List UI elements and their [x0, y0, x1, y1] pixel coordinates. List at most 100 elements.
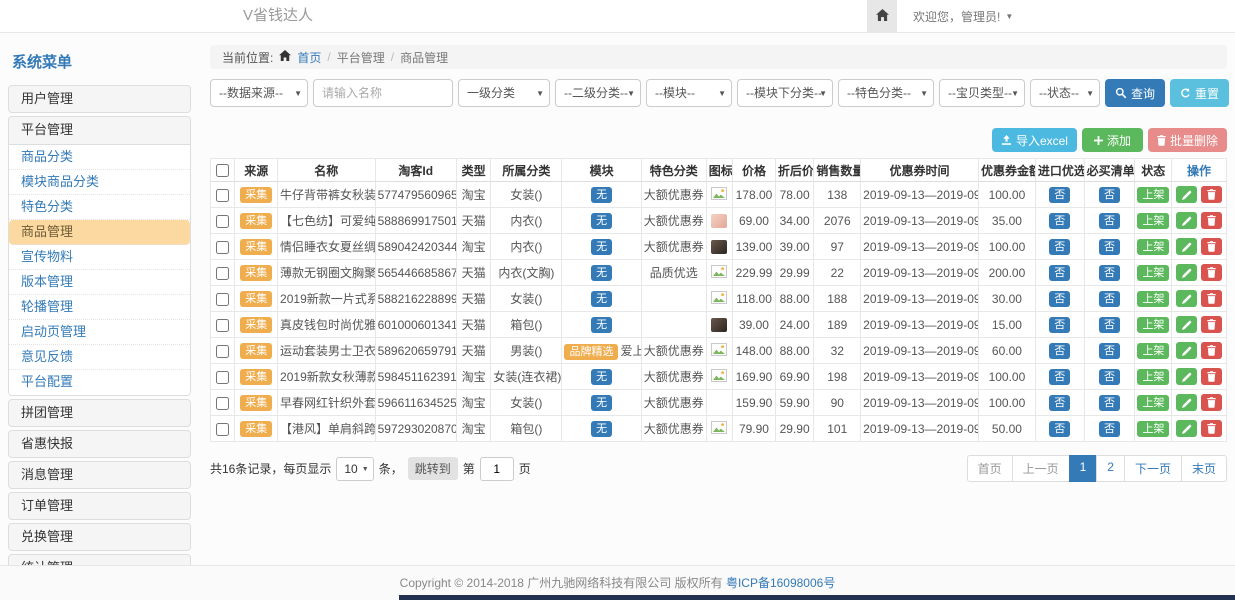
user-menu[interactable]: 欢迎您，管理员! ▼: [913, 8, 1013, 25]
import-select-badge[interactable]: 否: [1049, 291, 1070, 307]
must-buy-badge[interactable]: 否: [1099, 395, 1120, 411]
delete-button[interactable]: [1201, 186, 1222, 203]
module-badge[interactable]: 无: [591, 317, 612, 333]
reset-button[interactable]: 重置: [1170, 79, 1229, 107]
sidebar-subitem[interactable]: 特色分类: [9, 195, 190, 220]
must-buy-badge[interactable]: 否: [1099, 421, 1120, 437]
filter-select-5[interactable]: --特色分类--▼: [838, 79, 934, 107]
status-badge[interactable]: 上架: [1137, 395, 1169, 411]
edit-button[interactable]: [1176, 394, 1197, 411]
edit-button[interactable]: [1176, 316, 1197, 333]
edit-button[interactable]: [1176, 238, 1197, 255]
breadcrumb-home-link[interactable]: 首页: [297, 49, 321, 66]
filter-select-4[interactable]: --模块下分类--▼: [737, 79, 833, 107]
delete-button[interactable]: [1201, 420, 1222, 437]
per-page-select[interactable]: 10▼: [336, 457, 373, 481]
row-checkbox[interactable]: [216, 241, 229, 254]
filter-select-0[interactable]: --数据来源--▼: [210, 79, 308, 107]
must-buy-badge[interactable]: 否: [1099, 213, 1120, 229]
sidebar-item-5[interactable]: 订单管理: [8, 492, 191, 520]
status-badge[interactable]: 上架: [1137, 265, 1169, 281]
module-badge[interactable]: 无: [591, 239, 612, 255]
sidebar-item-4[interactable]: 消息管理: [8, 461, 191, 489]
must-buy-badge[interactable]: 否: [1099, 265, 1120, 281]
import-select-badge[interactable]: 否: [1049, 395, 1070, 411]
page-button-上一页[interactable]: 上一页: [1012, 455, 1070, 482]
search-button[interactable]: 查询: [1105, 79, 1165, 107]
batch-delete-button[interactable]: 批量删除: [1148, 128, 1227, 152]
edit-button[interactable]: [1176, 264, 1197, 281]
sidebar-subitem[interactable]: 启动页管理: [9, 320, 190, 345]
status-badge[interactable]: 上架: [1137, 343, 1169, 359]
module-badge[interactable]: 品牌精选: [564, 344, 618, 360]
row-checkbox[interactable]: [216, 345, 229, 358]
module-badge[interactable]: 无: [591, 291, 612, 307]
module-badge[interactable]: 无: [591, 395, 612, 411]
delete-button[interactable]: [1201, 368, 1222, 385]
page-button-2[interactable]: 2: [1096, 455, 1125, 482]
edit-button[interactable]: [1176, 290, 1197, 307]
module-badge[interactable]: 无: [591, 213, 612, 229]
row-checkbox[interactable]: [216, 397, 229, 410]
sidebar-subitem[interactable]: 商品分类: [9, 145, 190, 170]
status-badge[interactable]: 上架: [1137, 187, 1169, 203]
edit-button[interactable]: [1176, 212, 1197, 229]
status-badge[interactable]: 上架: [1137, 369, 1169, 385]
module-badge[interactable]: 无: [591, 421, 612, 437]
sidebar-subitem[interactable]: 意见反馈: [9, 345, 190, 370]
filter-select-1[interactable]: 一级分类▼: [458, 79, 550, 107]
status-badge[interactable]: 上架: [1137, 421, 1169, 437]
home-button[interactable]: [867, 0, 897, 32]
sidebar-item-7[interactable]: 统计管理: [8, 554, 191, 565]
import-excel-button[interactable]: 导入excel: [992, 128, 1077, 152]
delete-button[interactable]: [1201, 342, 1222, 359]
delete-button[interactable]: [1201, 212, 1222, 229]
icp-link[interactable]: 粤ICP备16098006号: [726, 576, 835, 590]
add-button[interactable]: 添加: [1082, 128, 1143, 152]
must-buy-badge[interactable]: 否: [1099, 369, 1120, 385]
filter-select-3[interactable]: --模块--▼: [646, 79, 732, 107]
row-checkbox[interactable]: [216, 189, 229, 202]
select-all-checkbox[interactable]: [216, 164, 229, 177]
name-search-input[interactable]: [313, 79, 453, 107]
must-buy-badge[interactable]: 否: [1099, 187, 1120, 203]
module-badge[interactable]: 无: [591, 265, 612, 281]
sidebar-subitem[interactable]: 版本管理: [9, 270, 190, 295]
jump-button[interactable]: 跳转到: [408, 457, 458, 480]
import-select-badge[interactable]: 否: [1049, 213, 1070, 229]
delete-button[interactable]: [1201, 238, 1222, 255]
delete-button[interactable]: [1201, 316, 1222, 333]
import-select-badge[interactable]: 否: [1049, 187, 1070, 203]
filter-select-2[interactable]: --二级分类--▼: [555, 79, 641, 107]
edit-button[interactable]: [1176, 420, 1197, 437]
must-buy-badge[interactable]: 否: [1099, 239, 1120, 255]
sidebar-item-6[interactable]: 兑换管理: [8, 523, 191, 551]
page-button-末页[interactable]: 末页: [1181, 455, 1227, 482]
filter-select-7[interactable]: --状态--▼: [1030, 79, 1100, 107]
row-checkbox[interactable]: [216, 371, 229, 384]
import-select-badge[interactable]: 否: [1049, 317, 1070, 333]
filter-select-6[interactable]: --宝贝类型--▼: [939, 79, 1025, 107]
row-checkbox[interactable]: [216, 319, 229, 332]
delete-button[interactable]: [1201, 264, 1222, 281]
edit-button[interactable]: [1176, 342, 1197, 359]
page-number-input[interactable]: [480, 457, 514, 481]
delete-button[interactable]: [1201, 394, 1222, 411]
status-badge[interactable]: 上架: [1137, 291, 1169, 307]
must-buy-badge[interactable]: 否: [1099, 343, 1120, 359]
module-badge[interactable]: 无: [591, 187, 612, 203]
sidebar-item-0[interactable]: 用户管理: [8, 85, 191, 113]
edit-button[interactable]: [1176, 368, 1197, 385]
import-select-badge[interactable]: 否: [1049, 265, 1070, 281]
status-badge[interactable]: 上架: [1137, 239, 1169, 255]
import-select-badge[interactable]: 否: [1049, 421, 1070, 437]
row-checkbox[interactable]: [216, 215, 229, 228]
status-badge[interactable]: 上架: [1137, 213, 1169, 229]
sidebar-subitem[interactable]: 模块商品分类: [9, 170, 190, 195]
sidebar-item-3[interactable]: 省惠快报: [8, 430, 191, 458]
edit-button[interactable]: [1176, 186, 1197, 203]
import-select-badge[interactable]: 否: [1049, 343, 1070, 359]
page-button-1[interactable]: 1: [1069, 455, 1098, 482]
sidebar-item-2[interactable]: 拼团管理: [8, 399, 191, 427]
status-badge[interactable]: 上架: [1137, 317, 1169, 333]
